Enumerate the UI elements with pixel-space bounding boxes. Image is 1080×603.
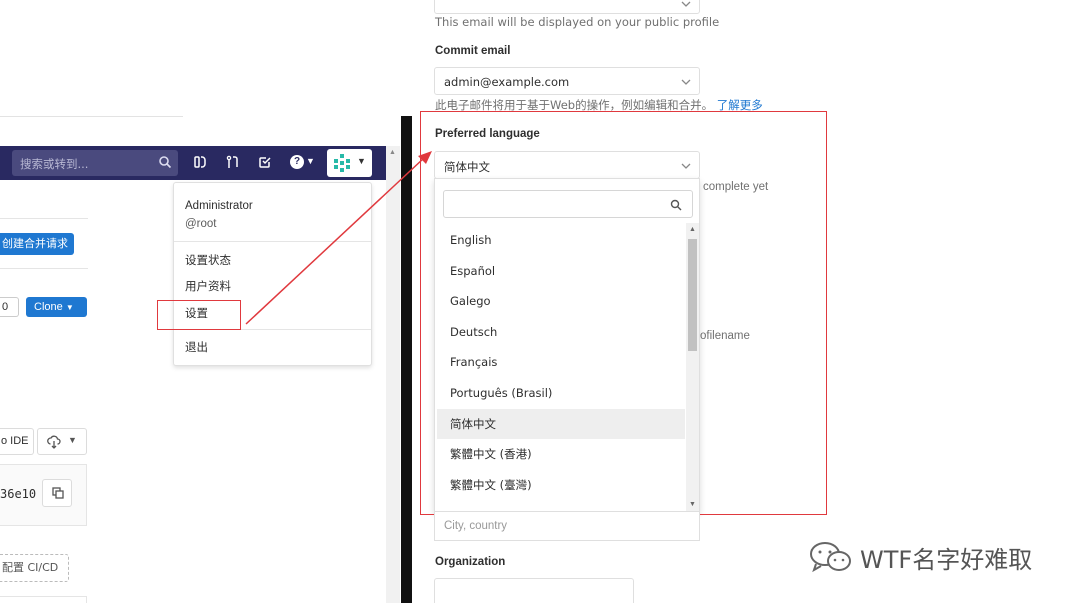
sign-out-menu-item[interactable]: 退出 <box>185 339 208 355</box>
user-dropdown-menu: Administrator @root 设置状态 用户资料 设置 退出 <box>173 182 372 366</box>
todos-icon[interactable] <box>257 154 273 170</box>
help-icon[interactable]: ? <box>290 155 304 169</box>
setup-cicd-button[interactable]: 配置 CI/CD <box>0 554 69 582</box>
user-name: Administrator <box>185 200 253 212</box>
commit-email-select[interactable]: admin@example.com <box>434 67 700 95</box>
commit-sha: 36e10 <box>0 487 37 501</box>
location-placeholder: City, country <box>444 520 508 532</box>
commit-email-value: admin@example.com <box>444 75 570 89</box>
chevron-down-icon: ▼ <box>65 303 74 312</box>
chevron-down-icon <box>681 1 691 7</box>
organization-input[interactable] <box>434 578 634 603</box>
organization-label: Organization <box>435 556 506 568</box>
web-ide-button[interactable]: o IDE <box>0 428 34 455</box>
divider <box>0 218 88 219</box>
user-avatar-button[interactable]: ▼ <box>327 149 372 177</box>
wechat-logo-icon <box>810 542 851 573</box>
location-input[interactable]: City, country <box>434 512 700 541</box>
profile-menu-item[interactable]: 用户资料 <box>185 278 231 294</box>
merge-requests-icon[interactable] <box>225 154 241 170</box>
divider <box>0 268 88 269</box>
scroll-up-icon[interactable]: ▲ <box>389 149 396 156</box>
user-handle: @root <box>185 218 217 230</box>
copy-sha-button[interactable] <box>42 479 72 507</box>
help-caret-icon[interactable]: ▼ <box>306 156 315 166</box>
language-highlight-frame <box>420 111 827 515</box>
watermark-text: WTF名字好难取 <box>860 546 1033 574</box>
public-email-select[interactable] <box>434 0 700 14</box>
wechat-watermark: WTF名字好难取 <box>808 536 1048 576</box>
commit-email-label: Commit email <box>435 45 511 57</box>
clone-label: Clone <box>34 301 63 313</box>
search-placeholder: 搜索或转到... <box>20 157 89 171</box>
global-search-input[interactable]: 搜索或转到... <box>12 150 178 176</box>
star-count[interactable]: 0 <box>0 297 19 317</box>
header-divider <box>0 116 183 117</box>
divider <box>174 241 371 242</box>
download-button[interactable]: ▼ <box>37 428 87 455</box>
chevron-down-icon: ▼ <box>357 156 366 166</box>
set-status-menu-item[interactable]: 设置状态 <box>185 252 231 268</box>
avatar <box>334 154 350 172</box>
create-merge-request-button[interactable]: 创建合并请求 <box>0 233 74 255</box>
screenshot-divider <box>401 116 412 603</box>
download-icon <box>47 435 61 449</box>
chevron-down-icon: ▼ <box>68 435 77 445</box>
public-email-help: This email will be displayed on your pub… <box>435 15 720 29</box>
commit-email-help-text: 此电子邮件将用于基于Web的操作，例如编辑和合并。 <box>435 98 714 112</box>
page-scrollbar[interactable]: ▲ <box>386 146 400 603</box>
last-commit-panel: 36e10 <box>0 464 87 526</box>
search-icon <box>159 156 172 169</box>
learn-more-link[interactable]: 了解更多 <box>717 98 763 112</box>
issues-icon[interactable] <box>192 154 208 170</box>
clone-button[interactable]: Clone ▼ <box>26 297 87 317</box>
copy-icon <box>52 487 64 499</box>
left-screenshot: 搜索或转到... ? ▼ ▼ ▲ 创建合并请求 0 Clone ▼ o IDE … <box>0 0 400 603</box>
settings-highlight-box <box>157 300 241 330</box>
content-panel <box>0 596 87 603</box>
chevron-down-icon <box>681 79 691 85</box>
